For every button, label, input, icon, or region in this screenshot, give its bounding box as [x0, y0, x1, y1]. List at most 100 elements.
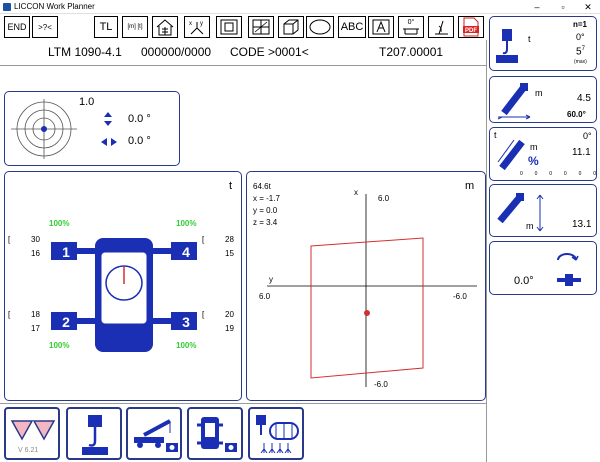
level-target-icon	[11, 99, 77, 159]
slew-crane-icon	[557, 274, 581, 286]
outrigger-1-pct: 100%	[49, 219, 70, 228]
header-divider	[0, 65, 486, 66]
scale-tick: 0	[578, 171, 582, 177]
length-scale: 0 0 0 0 0 0	[520, 171, 596, 177]
height-arrow-icon	[536, 194, 544, 232]
outrigger-2-bottom: 17	[31, 324, 40, 333]
pitch-value: 0.0 °	[128, 113, 151, 125]
roll-arrows-icon	[101, 138, 117, 146]
svg-text:y: y	[200, 21, 203, 27]
y-axis-label: y	[269, 275, 273, 284]
carrier-photo-button[interactable]	[187, 407, 243, 460]
units-label: [m] [t]	[127, 24, 143, 30]
length-panel: t m % 0° 11.1 0 0 0 0 0 0	[489, 127, 597, 181]
x-axis-bottom-tick: -6.0	[374, 380, 388, 389]
config-code: CODE >0001<	[230, 45, 309, 59]
outrigger-panel: t 1 4 2 3 100% 100% 100% 100% [ 30 16 [ …	[4, 171, 242, 401]
level-value: 1.0	[79, 96, 95, 108]
radius-unit: m	[535, 88, 543, 98]
cog-plot	[267, 194, 477, 387]
length-unit: m	[530, 142, 538, 152]
scale-tick: 0	[534, 171, 538, 177]
hook-angle-button[interactable]	[428, 16, 454, 38]
reeving-max-label: (max)	[574, 59, 587, 65]
outrigger-2-top: 18	[31, 310, 40, 319]
length-angle: 0°	[583, 131, 592, 141]
footer-divider	[0, 403, 486, 404]
annotate-icon	[372, 19, 390, 35]
crane-model: LTM 1090-4.1	[48, 45, 122, 59]
height-panel: m 13.1	[489, 184, 597, 237]
outrigger-2-bracket: [	[8, 310, 11, 319]
crane-camera-icon	[134, 419, 178, 452]
svg-text:x: x	[189, 21, 192, 27]
outrigger-4-bracket: [	[202, 235, 205, 244]
maximize-button[interactable]: ▫	[554, 0, 572, 14]
minimize-button[interactable]: –	[528, 0, 546, 14]
radius-panel: m 4.5 60.0°	[489, 76, 597, 123]
end-label: END	[7, 22, 27, 32]
outrigger-3-pct: 100%	[176, 341, 197, 350]
outrigger-1-label: 1	[62, 244, 70, 260]
units-button[interactable]: [m] [t]	[122, 16, 148, 38]
outrigger-4-bottom: 15	[225, 249, 234, 258]
app-icon	[3, 3, 11, 11]
abc-button[interactable]: ABC	[338, 16, 366, 38]
axis-button[interactable]: xy	[184, 16, 210, 38]
title-bar: LICCON Work Planner – ▫ ✕	[0, 0, 600, 14]
reeving-count: n=1	[573, 20, 588, 29]
crane-photo-button[interactable]	[126, 407, 182, 460]
outrigger-3-top: 20	[225, 310, 234, 319]
height-unit: m	[526, 221, 534, 231]
ellipse-button[interactable]	[306, 16, 334, 38]
zero-angle-button[interactable]: 0°	[398, 16, 424, 38]
house-grid-icon	[156, 19, 174, 36]
reeving-max-number: 7	[581, 46, 585, 52]
outrigger-1-bracket: [	[8, 235, 11, 244]
hook-block-icon	[82, 415, 108, 455]
hook-angle-icon	[435, 20, 448, 35]
reeving-value: 57	[576, 46, 585, 57]
pitch-arrows-icon	[104, 112, 112, 126]
utilization-percent: %	[528, 154, 539, 168]
slew-angle: 0.0°	[514, 275, 534, 287]
cube-icon	[283, 19, 299, 35]
carrier-camera-icon	[197, 417, 237, 452]
length-value: 11.1	[572, 147, 591, 158]
rigging-button[interactable]	[248, 407, 304, 460]
angle-track-icon	[403, 28, 419, 35]
outrigger-1-top: 30	[31, 235, 40, 244]
cube-view-button[interactable]	[278, 16, 304, 38]
right-column-divider	[486, 40, 487, 462]
compare-button[interactable]: >?<	[32, 16, 58, 38]
frame-view-button[interactable]	[216, 16, 242, 38]
cog-panel: m 64.6t x = -1.7 y = 0.0 z = 3.4 x 6.0 -…	[246, 171, 486, 401]
job-number: 000000/0000	[141, 45, 212, 59]
radius-value: 4.5	[577, 93, 591, 104]
window-title: LICCON Work Planner	[14, 2, 95, 11]
hook-block-button[interactable]	[66, 407, 122, 460]
warning-button[interactable]: V 6.21	[4, 407, 60, 460]
close-button[interactable]: ✕	[579, 0, 597, 14]
outrigger-diagram	[51, 238, 197, 352]
outrigger-3-bracket: [	[202, 310, 205, 319]
pdf-export-button[interactable]: PDF	[458, 16, 484, 38]
x-axis-top-tick: 6.0	[378, 194, 390, 203]
axis-icon: xy	[189, 21, 204, 35]
annotate-button[interactable]	[368, 16, 394, 38]
tl-button[interactable]: TL	[94, 16, 118, 38]
ellipse-icon	[309, 19, 331, 35]
pdf-icon: PDF	[463, 17, 479, 37]
outrigger-3-bottom: 19	[225, 324, 234, 333]
tl-label: TL	[99, 21, 113, 33]
end-button[interactable]: END	[4, 16, 30, 38]
outrigger-1-bottom: 16	[31, 249, 40, 258]
grid-view-button[interactable]	[248, 16, 274, 38]
house-view-button[interactable]	[152, 16, 178, 38]
y-axis-left-tick: 6.0	[259, 292, 271, 301]
height-boom-icon	[497, 193, 524, 224]
outrigger-4-label: 4	[182, 244, 190, 260]
rigging-load-icon	[256, 415, 299, 454]
hook-angle: 0°	[576, 32, 585, 42]
roll-value: 0.0 °	[128, 135, 151, 147]
